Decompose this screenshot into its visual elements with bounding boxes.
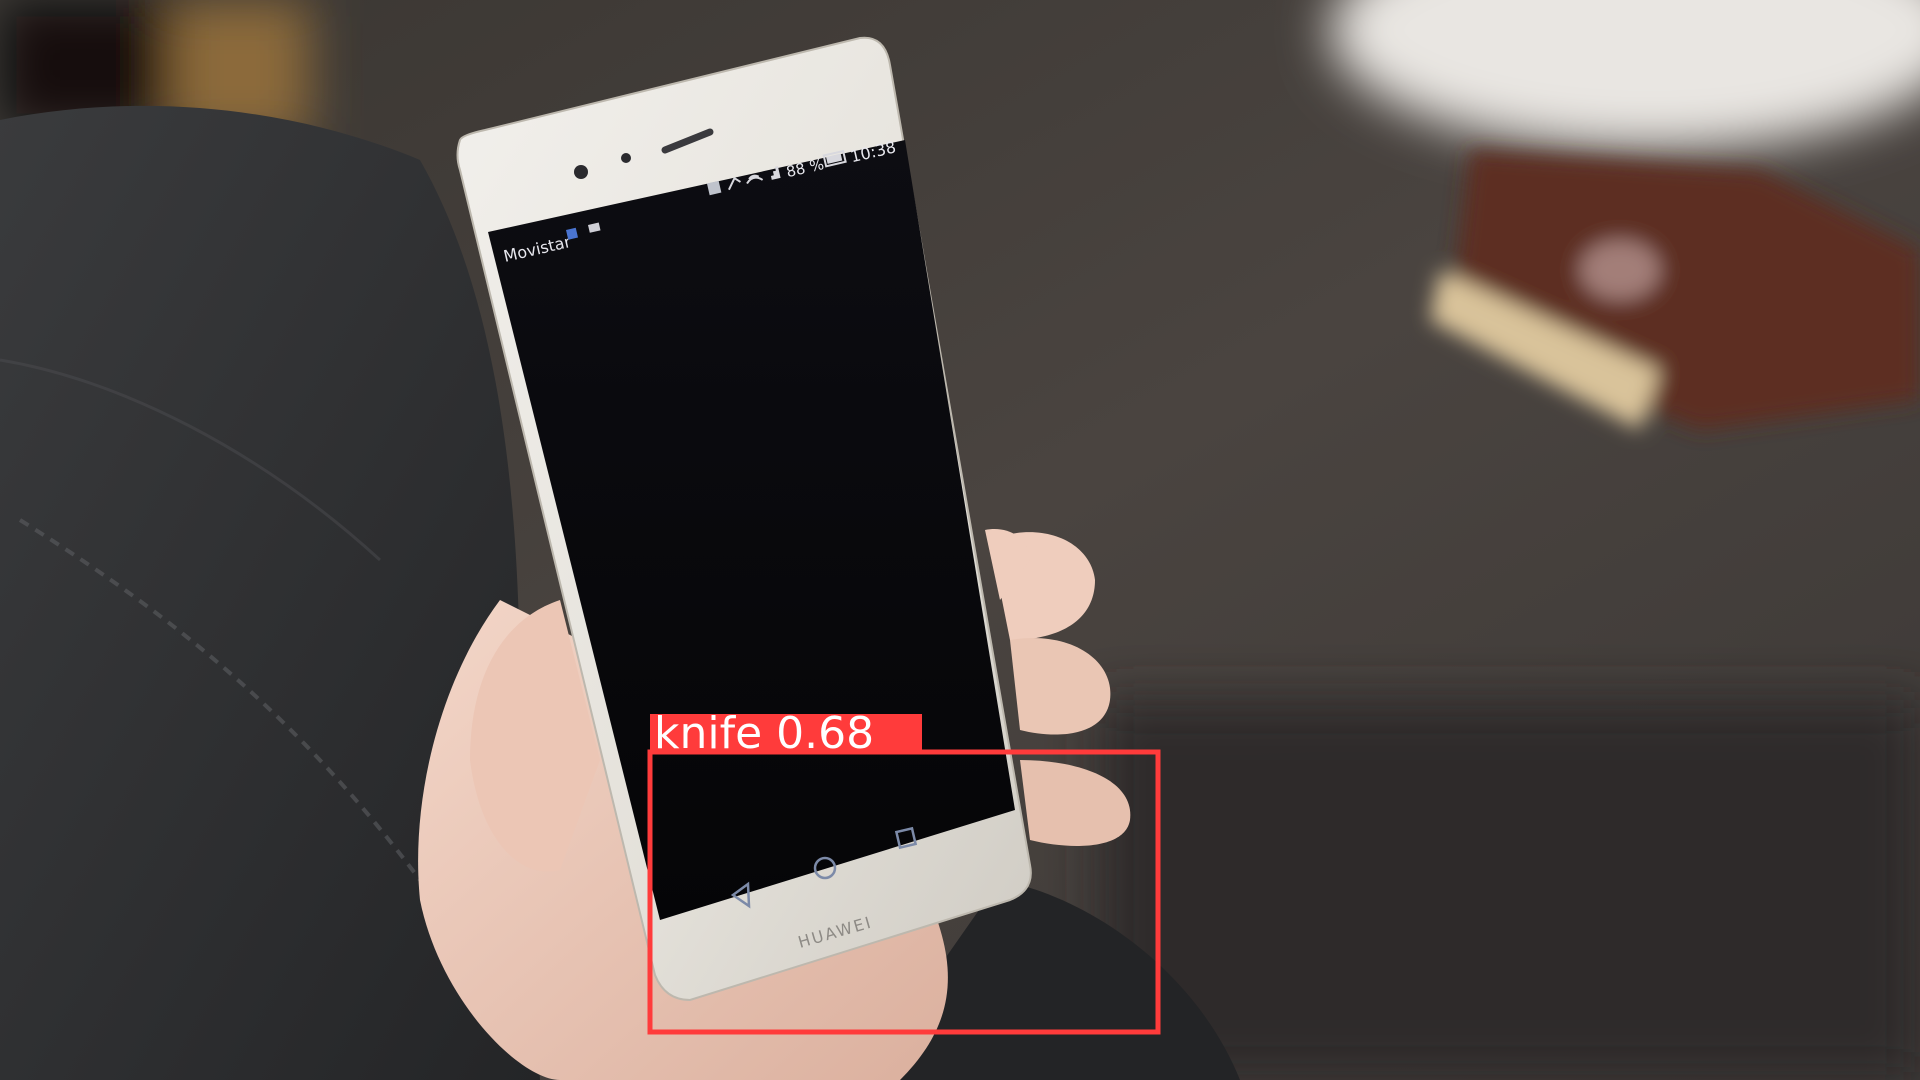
front-camera-icon	[574, 165, 588, 179]
photo-scene: Movistar 88 % 10:38 HUAWEI knife 0.68	[0, 0, 1920, 1080]
scene-svg: Movistar 88 % 10:38 HUAWEI knife 0.68	[0, 0, 1920, 1080]
sensor-icon	[621, 153, 631, 163]
background-floor	[1100, 700, 1920, 1080]
detection-label: knife 0.68	[654, 708, 874, 759]
